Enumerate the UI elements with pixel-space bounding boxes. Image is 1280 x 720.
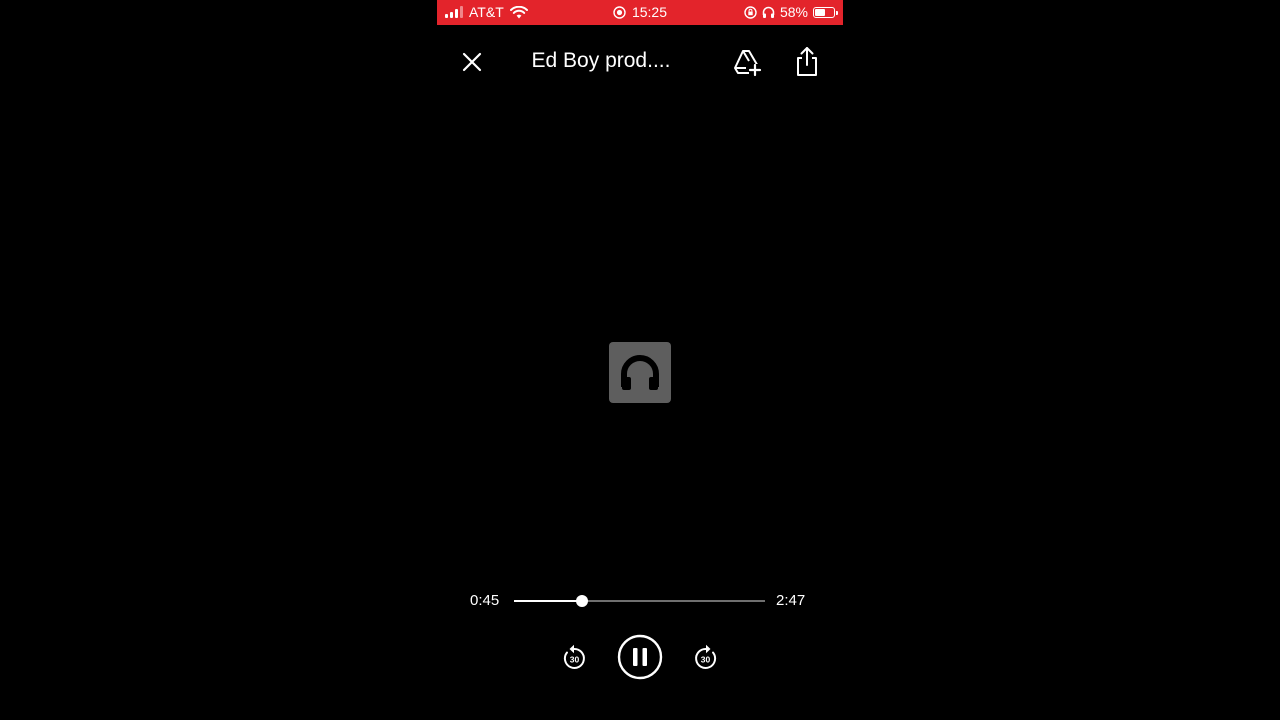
headphones-icon xyxy=(762,6,775,18)
player-top-bar: Ed Boy prod.... xyxy=(437,38,843,84)
pause-icon xyxy=(633,648,638,666)
forward-seconds-label: 30 xyxy=(701,655,711,665)
status-time: 15:25 xyxy=(631,4,668,20)
status-bar: AT&T 15:25 58% xyxy=(437,0,843,25)
rewind-30-button[interactable]: 30 xyxy=(560,642,588,672)
phone-screen: AT&T 15:25 58% Ed Boy prod.... 0:45 2:47… xyxy=(437,0,843,720)
close-icon[interactable] xyxy=(459,49,485,75)
seek-bar[interactable] xyxy=(514,595,765,607)
headphones-icon xyxy=(621,354,659,390)
status-bar-right: 58% xyxy=(744,4,838,20)
file-title: Ed Boy prod.... xyxy=(531,49,671,72)
audio-artwork xyxy=(609,342,671,403)
battery-icon xyxy=(813,6,838,18)
seek-thumb[interactable] xyxy=(575,595,588,607)
rewind-seconds-label: 30 xyxy=(570,655,580,665)
current-time: 0:45 xyxy=(470,592,500,609)
forward-30-button[interactable]: 30 xyxy=(692,642,720,672)
orientation-lock-icon xyxy=(744,5,757,19)
battery-percent: 58% xyxy=(779,4,808,20)
pause-button[interactable] xyxy=(617,634,663,680)
share-icon[interactable] xyxy=(793,46,821,78)
screen-recording-icon xyxy=(613,5,626,19)
add-to-drive-icon[interactable] xyxy=(732,47,762,77)
seek-bar-played xyxy=(514,600,582,602)
total-duration: 2:47 xyxy=(776,592,806,609)
